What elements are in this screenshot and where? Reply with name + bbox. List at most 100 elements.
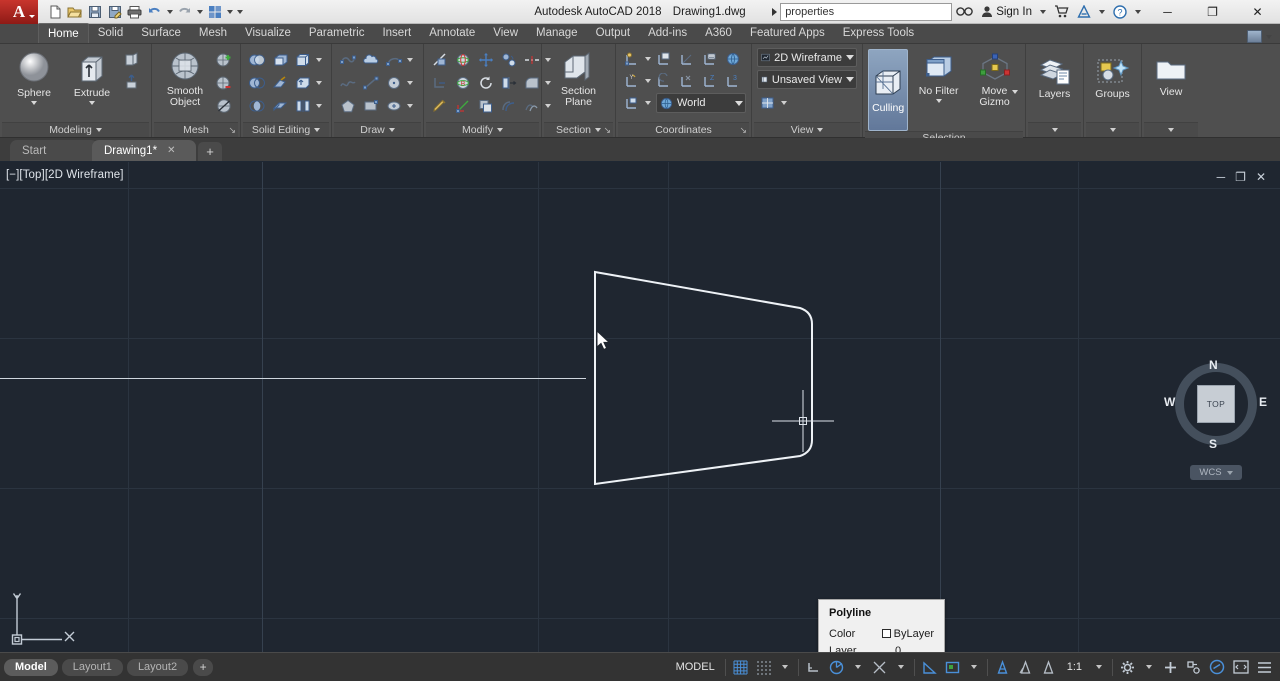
scale-icon[interactable] xyxy=(452,95,474,117)
polygon-icon[interactable] xyxy=(337,95,359,117)
view-preset-dropdown-icon[interactable] xyxy=(846,77,854,82)
view-folder-panel-title[interactable] xyxy=(1144,122,1198,137)
rectangle-icon[interactable] xyxy=(360,95,382,117)
ribbon-tab-featured-apps[interactable]: Featured Apps xyxy=(741,23,834,43)
layout-tab-model[interactable]: Model xyxy=(4,658,58,676)
workspace-dropdown-icon[interactable] xyxy=(1139,653,1159,681)
viewport-config-dropdown-icon[interactable] xyxy=(780,92,788,114)
ucs-z-icon[interactable]: Z xyxy=(699,70,721,92)
new-file-tab-button[interactable]: + xyxy=(198,142,222,161)
solid-extrude-face-icon[interactable] xyxy=(269,49,291,71)
undo-dropdown-icon[interactable] xyxy=(165,2,174,21)
ribbon-tab-a360[interactable]: A360 xyxy=(696,23,741,43)
open-file-icon[interactable] xyxy=(65,2,84,21)
ucs-combo[interactable]: World xyxy=(656,93,746,113)
dynamic-input-toggle[interactable] xyxy=(941,653,964,681)
polyline-icon[interactable] xyxy=(337,49,359,71)
workspace-switching-button[interactable] xyxy=(1116,653,1139,681)
revision-cloud-icon[interactable] xyxy=(360,49,382,71)
trim-icon[interactable] xyxy=(429,49,451,71)
ellipse-dropdown-icon[interactable] xyxy=(406,95,414,117)
object-snap-toggle[interactable] xyxy=(868,653,891,681)
save-as-icon[interactable] xyxy=(105,2,124,21)
ucs-icon-display-icon[interactable] xyxy=(621,92,643,114)
shell-icon[interactable] xyxy=(269,95,291,117)
annotation-scale-value[interactable]: 1:1 xyxy=(1060,653,1089,681)
sign-in-button[interactable]: Sign In xyxy=(977,0,1036,24)
ucs-y-icon[interactable]: Y xyxy=(621,70,643,92)
refine-mesh-icon[interactable] xyxy=(213,95,235,117)
presspull-icon[interactable] xyxy=(121,72,143,94)
section-plane-button[interactable]: Section Plane xyxy=(547,47,610,108)
ucs-face-icon[interactable] xyxy=(653,48,675,70)
viewcube[interactable]: TOP N S E W xyxy=(1164,358,1267,451)
polar-dropdown-icon[interactable] xyxy=(848,653,868,681)
line-icon[interactable] xyxy=(360,72,382,94)
sign-in-dropdown-icon[interactable] xyxy=(1036,0,1050,24)
new-file-icon[interactable] xyxy=(45,2,64,21)
customization-menu-button[interactable] xyxy=(1253,653,1276,681)
autodesk-app-dropdown-icon[interactable] xyxy=(1095,0,1109,24)
osnap-dropdown-icon[interactable] xyxy=(891,653,911,681)
erase-icon[interactable] xyxy=(429,95,451,117)
groups-panel-dropdown-icon[interactable] xyxy=(1109,128,1116,132)
ucs-combo-dropdown-icon[interactable] xyxy=(735,100,743,106)
smooth-more-icon[interactable] xyxy=(213,49,235,71)
union-icon[interactable] xyxy=(246,49,268,71)
customization-add-button[interactable] xyxy=(1159,653,1182,681)
circle-dropdown-icon[interactable] xyxy=(406,72,414,94)
copy-icon[interactable] xyxy=(475,95,497,117)
draw-panel-title[interactable]: Draw xyxy=(334,122,421,137)
ribbon-tab-addins[interactable]: Add-ins xyxy=(639,23,696,43)
mesh-dialog-launcher-icon[interactable]: ↘ xyxy=(228,125,236,136)
ucs-x-icon[interactable] xyxy=(676,70,698,92)
smooth-object-button[interactable]: Smooth Object xyxy=(157,47,213,108)
ribbon-tab-insert[interactable]: Insert xyxy=(373,23,420,43)
coordinates-panel-title[interactable]: Coordinates ↘ xyxy=(618,122,749,137)
drawing-canvas[interactable]: [−][Top][2D Wireframe] ─ ❐ ✕ TOP N S E W xyxy=(0,162,1280,652)
viewcube-west-label[interactable]: W xyxy=(1164,395,1175,409)
viewcube-north-label[interactable]: N xyxy=(1209,358,1218,372)
circle-icon[interactable] xyxy=(383,72,405,94)
ucs-previous-icon[interactable] xyxy=(653,70,675,92)
grid-display-toggle[interactable] xyxy=(729,653,752,681)
wcs-selector-button[interactable]: WCS xyxy=(1190,465,1242,480)
file-tab-start[interactable]: Start xyxy=(10,140,98,161)
ribbon-tab-home[interactable]: Home xyxy=(38,23,89,43)
view-panel-dropdown-icon[interactable] xyxy=(817,128,824,132)
offset-icon[interactable] xyxy=(498,95,520,117)
ucs-named-icon[interactable]: 3 xyxy=(722,70,744,92)
autodesk-app-icon[interactable] xyxy=(1073,0,1095,24)
window-close-button[interactable]: ✕ xyxy=(1235,0,1280,24)
layout-tab-layout1[interactable]: Layout1 xyxy=(61,658,123,676)
coordinates-dialog-launcher-icon[interactable]: ↘ xyxy=(739,125,747,136)
slice-dropdown-icon[interactable] xyxy=(315,95,323,117)
smooth-less-icon[interactable] xyxy=(213,72,235,94)
workspace-switch-icon[interactable] xyxy=(205,2,224,21)
save-icon[interactable] xyxy=(85,2,104,21)
autodesk-store-icon[interactable] xyxy=(1050,0,1073,24)
modify-panel-dropdown-icon[interactable] xyxy=(496,128,503,132)
ribbon-tab-visualize[interactable]: Visualize xyxy=(236,23,300,43)
visual-style-dropdown-icon[interactable] xyxy=(846,55,854,60)
extrude-dropdown-icon[interactable] xyxy=(89,101,95,105)
ribbon-tab-manage[interactable]: Manage xyxy=(527,23,587,43)
imprint-icon[interactable] xyxy=(292,72,314,94)
redo-icon[interactable] xyxy=(175,2,194,21)
fillet-icon[interactable] xyxy=(521,72,543,94)
file-tab-close-icon[interactable]: ✕ xyxy=(167,145,175,156)
viewcube-south-label[interactable]: S xyxy=(1209,437,1217,451)
draw-panel-dropdown-icon[interactable] xyxy=(388,128,395,132)
move-gizmo-button[interactable]: Move Gizmo xyxy=(969,49,1020,108)
visual-style-combo[interactable]: 2D Wireframe xyxy=(757,48,857,67)
layout-tab-layout2[interactable]: Layout2 xyxy=(126,658,189,676)
wcs-dropdown-icon[interactable] xyxy=(1226,470,1233,475)
search-expand-icon[interactable] xyxy=(768,3,780,21)
arc-icon[interactable] xyxy=(383,49,405,71)
intersect-icon[interactable] xyxy=(246,95,268,117)
ribbon-tab-surface[interactable]: Surface xyxy=(132,23,190,43)
section-panel-title[interactable]: Section ↘ xyxy=(544,122,613,137)
window-minimize-button[interactable]: ─ xyxy=(1145,0,1190,24)
ucs-display-dropdown-icon[interactable] xyxy=(644,92,652,114)
view-panel-title[interactable]: View xyxy=(754,122,860,137)
